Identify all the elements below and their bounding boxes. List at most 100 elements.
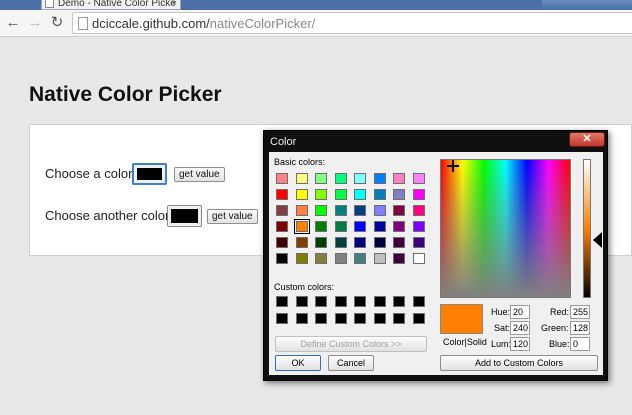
custom-color-swatch[interactable] bbox=[276, 296, 288, 307]
basic-color-swatch[interactable] bbox=[412, 237, 425, 248]
custom-color-swatch[interactable] bbox=[295, 313, 308, 324]
basic-color-swatch[interactable] bbox=[373, 221, 386, 232]
basic-color-swatch[interactable] bbox=[393, 173, 405, 184]
cancel-button[interactable]: Cancel bbox=[328, 355, 374, 371]
back-arrow-icon[interactable]: ← bbox=[4, 14, 22, 32]
custom-color-swatch[interactable] bbox=[315, 313, 327, 324]
basic-color-swatch[interactable] bbox=[412, 173, 425, 184]
basic-color-swatch[interactable] bbox=[295, 189, 308, 200]
define-custom-colors-button[interactable]: Define Custom Colors >> bbox=[275, 336, 427, 352]
custom-color-swatch[interactable] bbox=[393, 296, 405, 307]
basic-color-swatch[interactable] bbox=[354, 189, 366, 200]
basic-color-swatch[interactable] bbox=[334, 221, 347, 232]
custom-color-swatch[interactable] bbox=[276, 313, 288, 324]
basic-color-swatch[interactable] bbox=[276, 205, 288, 216]
red-field[interactable]: 255 bbox=[570, 305, 590, 319]
lum-label: Lum: bbox=[491, 339, 512, 349]
get-value-button-2[interactable]: get value bbox=[207, 209, 258, 224]
dialog-close-button[interactable]: ✕ bbox=[569, 132, 605, 147]
custom-color-swatch[interactable] bbox=[354, 313, 366, 324]
basic-color-swatch[interactable] bbox=[354, 205, 366, 216]
color-input-1[interactable] bbox=[132, 163, 167, 185]
basic-color-swatch[interactable] bbox=[276, 189, 288, 200]
basic-color-swatch[interactable] bbox=[373, 253, 386, 264]
basic-color-swatch[interactable] bbox=[315, 221, 327, 232]
basic-color-swatch[interactable] bbox=[412, 189, 425, 200]
basic-color-swatch[interactable] bbox=[354, 221, 366, 232]
basic-color-swatch[interactable] bbox=[373, 237, 386, 248]
color-spectrum[interactable] bbox=[440, 159, 571, 298]
red-label: Red: bbox=[550, 307, 570, 317]
custom-color-swatch[interactable] bbox=[393, 313, 405, 324]
basic-color-swatch[interactable] bbox=[354, 237, 366, 248]
blue-label: Blue: bbox=[549, 339, 570, 349]
color-solid-label: Color|Solid bbox=[443, 337, 487, 347]
browser-tabstrip: Demo - Native Color Picke × bbox=[0, 0, 632, 10]
basic-color-swatch[interactable] bbox=[295, 237, 308, 248]
blue-field[interactable]: 0 bbox=[570, 337, 590, 351]
custom-color-swatch[interactable] bbox=[373, 296, 386, 307]
page-title: Native Color Picker bbox=[29, 83, 222, 106]
basic-color-swatch[interactable] bbox=[315, 237, 327, 248]
basic-color-swatch[interactable] bbox=[276, 221, 288, 232]
custom-color-swatch[interactable] bbox=[315, 296, 327, 307]
basic-color-swatch[interactable] bbox=[295, 173, 308, 184]
basic-color-swatch[interactable] bbox=[393, 237, 405, 248]
lum-field[interactable]: 120 bbox=[510, 337, 530, 351]
custom-color-swatch[interactable] bbox=[334, 296, 347, 307]
basic-color-swatch[interactable] bbox=[334, 253, 347, 264]
reload-icon[interactable]: ↻ bbox=[48, 14, 66, 32]
basic-color-swatch[interactable] bbox=[334, 173, 347, 184]
ok-button[interactable]: OK bbox=[275, 355, 321, 371]
custom-color-swatch[interactable] bbox=[334, 313, 347, 324]
basic-color-swatch[interactable] bbox=[412, 205, 425, 216]
hue-label: Hue: bbox=[491, 307, 511, 317]
basic-color-swatch[interactable] bbox=[393, 221, 405, 232]
dialog-body: Basic colors: Custom colors: Define Cust… bbox=[269, 152, 603, 375]
basic-color-swatch[interactable] bbox=[315, 253, 327, 264]
luminosity-slider[interactable] bbox=[583, 159, 591, 298]
sat-field[interactable]: 240 bbox=[510, 321, 530, 335]
color-preview bbox=[440, 304, 483, 334]
basic-color-swatch[interactable] bbox=[334, 189, 347, 200]
basic-color-swatch[interactable] bbox=[315, 173, 327, 184]
basic-color-swatch[interactable] bbox=[393, 189, 405, 200]
custom-color-swatch[interactable] bbox=[412, 296, 425, 307]
basic-color-swatch[interactable] bbox=[295, 205, 308, 216]
basic-color-swatch[interactable] bbox=[293, 219, 310, 234]
basic-color-swatch[interactable] bbox=[276, 253, 288, 264]
basic-color-swatch[interactable] bbox=[393, 205, 405, 216]
page-favicon-icon bbox=[45, 0, 54, 8]
tab-close-icon[interactable]: × bbox=[172, 0, 177, 8]
basic-color-swatch[interactable] bbox=[276, 237, 288, 248]
color-input-2[interactable] bbox=[167, 205, 202, 227]
luminosity-arrow-icon[interactable] bbox=[593, 232, 602, 248]
browser-tab[interactable]: Demo - Native Color Picke × bbox=[41, 0, 181, 10]
window-controls[interactable] bbox=[542, 0, 632, 10]
basic-color-swatch[interactable] bbox=[315, 205, 327, 216]
custom-color-swatch[interactable] bbox=[373, 313, 386, 324]
basic-color-swatch[interactable] bbox=[315, 189, 327, 200]
basic-color-swatch[interactable] bbox=[412, 253, 425, 264]
basic-color-swatch[interactable] bbox=[334, 237, 347, 248]
url-text: dciccale.github.com/nativeColorPicker/ bbox=[92, 16, 316, 31]
address-bar[interactable]: dciccale.github.com/nativeColorPicker/ bbox=[72, 12, 632, 34]
custom-color-swatch[interactable] bbox=[295, 296, 308, 307]
basic-color-swatch[interactable] bbox=[412, 221, 425, 232]
add-to-custom-colors-button[interactable]: Add to Custom Colors bbox=[440, 355, 598, 371]
basic-color-swatch[interactable] bbox=[373, 173, 386, 184]
basic-color-swatch[interactable] bbox=[354, 173, 366, 184]
basic-color-swatch[interactable] bbox=[295, 253, 308, 264]
get-value-button-1[interactable]: get value bbox=[174, 167, 225, 182]
basic-color-swatch[interactable] bbox=[393, 253, 405, 264]
hue-field[interactable]: 20 bbox=[510, 305, 530, 319]
custom-color-swatch[interactable] bbox=[354, 296, 366, 307]
basic-color-swatch[interactable] bbox=[354, 253, 366, 264]
basic-color-swatch[interactable] bbox=[373, 189, 386, 200]
green-field[interactable]: 128 bbox=[570, 321, 590, 335]
custom-color-swatch[interactable] bbox=[412, 313, 425, 324]
basic-color-swatch[interactable] bbox=[276, 173, 288, 184]
forward-arrow-icon[interactable]: → bbox=[26, 14, 44, 32]
basic-color-swatch[interactable] bbox=[373, 205, 386, 216]
basic-color-swatch[interactable] bbox=[334, 205, 347, 216]
